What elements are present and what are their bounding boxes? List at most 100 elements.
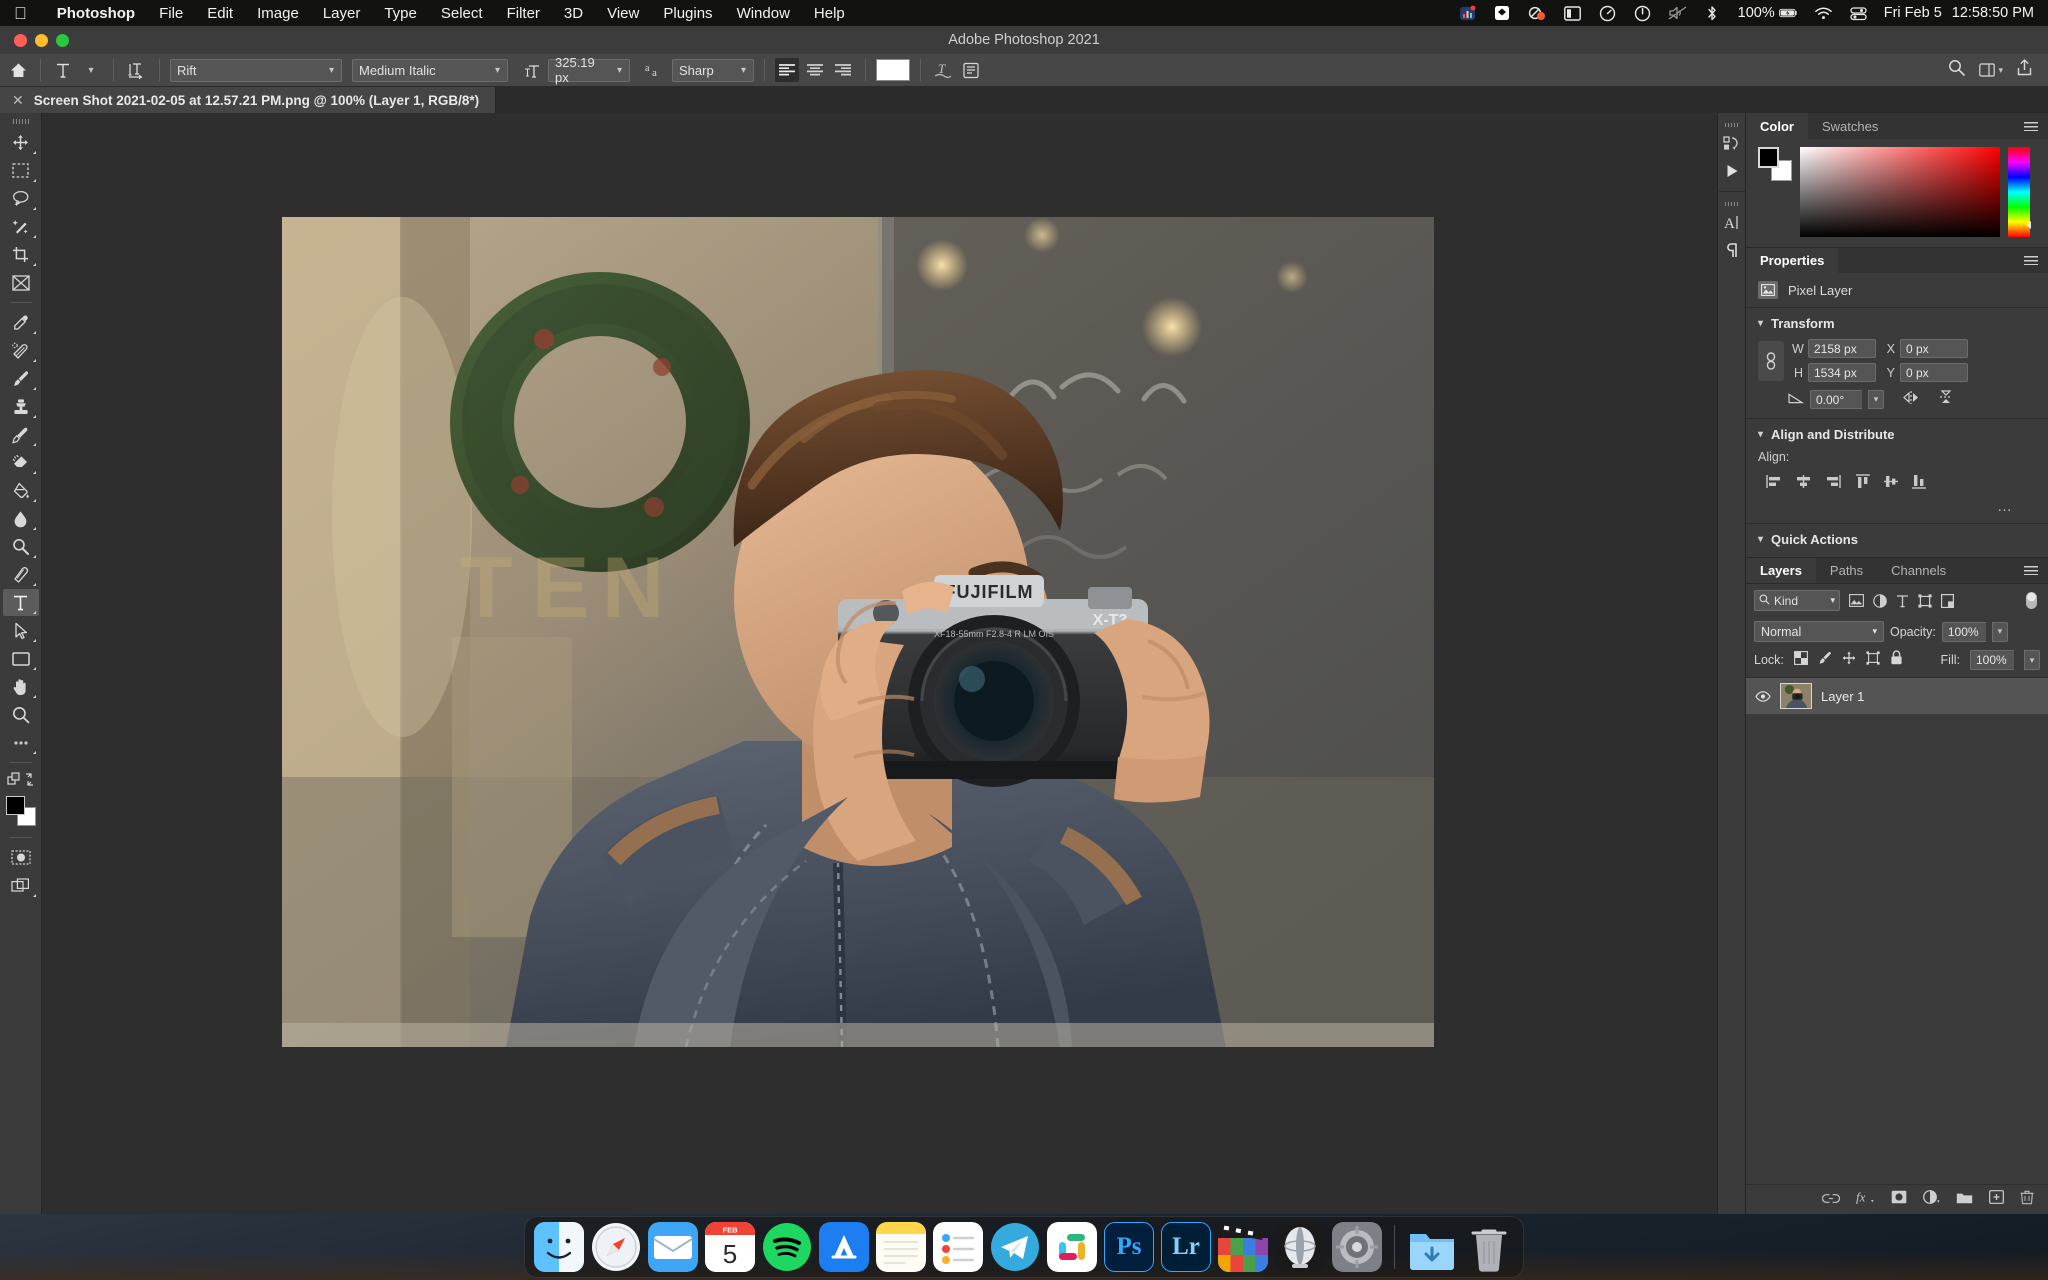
opacity-stepper-caret-icon[interactable]: ▾	[1991, 621, 2008, 642]
tab-color[interactable]: Color	[1746, 113, 1808, 139]
trash-icon[interactable]	[1464, 1222, 1514, 1272]
eyedropper-tool[interactable]	[3, 309, 39, 336]
chevron-down-icon[interactable]: ▾	[734, 58, 754, 82]
dock-grip[interactable]	[1724, 202, 1739, 206]
eraser-tool[interactable]	[3, 449, 39, 476]
new-adjustment-layer-icon[interactable]	[1923, 1190, 1940, 1209]
filter-adjustment-icon[interactable]	[1873, 593, 1887, 608]
layer-style-fx-icon[interactable]: fx	[1856, 1190, 1875, 1209]
align-section-title[interactable]: ▾ Align and Distribute	[1758, 427, 2036, 442]
home-icon[interactable]	[6, 58, 30, 82]
share-icon[interactable]	[2017, 59, 2032, 81]
menu-item-help[interactable]: Help	[802, 5, 857, 22]
menu-item-layer[interactable]: Layer	[311, 5, 373, 22]
menubar-clock[interactable]: 12:58:50 PM	[1952, 5, 2034, 21]
stage-manager-icon[interactable]	[1563, 4, 1582, 23]
color-field-picker[interactable]	[1800, 147, 2000, 237]
crop-tool[interactable]	[3, 241, 39, 268]
x-input[interactable]: 0 px	[1900, 339, 1968, 358]
dock-item-reminders[interactable]	[933, 1222, 983, 1272]
zoom-tool[interactable]	[3, 701, 39, 728]
foreground-background-colors[interactable]	[5, 796, 36, 826]
tools-panel-grip[interactable]	[12, 119, 29, 124]
link-layers-icon[interactable]	[1821, 1191, 1841, 1209]
chevron-down-icon[interactable]: ▾	[610, 58, 630, 82]
maximize-window-button[interactable]	[56, 33, 69, 47]
filter-toggle-icon[interactable]	[2025, 591, 2040, 610]
height-input[interactable]: 1534 px	[1808, 363, 1876, 382]
character-panel-icon[interactable]: A	[1720, 208, 1744, 236]
fill-input[interactable]: 100%	[1970, 650, 2014, 670]
rectangle-tool[interactable]	[3, 645, 39, 672]
spot-healing-brush-tool[interactable]	[3, 337, 39, 364]
tab-layers[interactable]: Layers	[1746, 558, 1816, 583]
layer-thumbnail[interactable]	[1780, 683, 1812, 709]
dock-item-compressor[interactable]	[1275, 1222, 1325, 1272]
anti-alias-combo[interactable]: Sharp ▾	[672, 58, 754, 82]
cleanmymac-icon[interactable]	[1528, 4, 1547, 23]
font-style-value[interactable]: Medium Italic	[352, 58, 488, 82]
character-paragraph-panels-icon[interactable]	[959, 58, 983, 82]
dock-item-telegram[interactable]	[990, 1222, 1040, 1272]
menu-item-select[interactable]: Select	[429, 5, 495, 22]
text-orientation-icon[interactable]	[124, 58, 149, 82]
chevron-down-icon[interactable]: ▾	[488, 58, 508, 82]
align-bottom-edges-icon[interactable]	[1911, 474, 1927, 494]
dock-item-slack[interactable]	[1047, 1222, 1097, 1272]
tab-paths[interactable]: Paths	[1816, 558, 1877, 583]
filter-smart-object-icon[interactable]	[1941, 593, 1954, 608]
tab-properties[interactable]: Properties	[1746, 248, 1839, 273]
dropbox-icon[interactable]	[1493, 4, 1512, 23]
filter-shape-icon[interactable]	[1918, 593, 1932, 608]
transform-section-title[interactable]: ▾ Transform	[1758, 316, 2036, 331]
move-tool[interactable]	[3, 129, 39, 156]
align-top-edges-icon[interactable]	[1855, 474, 1871, 494]
paragraph-panel-icon[interactable]	[1720, 236, 1744, 264]
history-brush-tool[interactable]	[3, 421, 39, 448]
object-selection-tool[interactable]	[3, 213, 39, 240]
chevron-down-icon[interactable]: ▾	[1758, 429, 1763, 440]
font-size-value[interactable]: 325.19 px	[548, 55, 610, 85]
power-icon[interactable]	[1633, 4, 1652, 23]
warp-text-icon[interactable]: T	[931, 58, 955, 82]
font-family-value[interactable]: Rift	[170, 58, 322, 82]
workspace-icon[interactable]: ▾	[1979, 62, 2003, 78]
wifi-icon[interactable]	[1814, 4, 1833, 23]
menu-item-edit[interactable]: Edit	[195, 5, 245, 22]
align-right-icon[interactable]	[831, 58, 855, 82]
font-size-combo[interactable]: 325.19 px ▾	[548, 55, 630, 85]
dodge-tool[interactable]	[3, 533, 39, 560]
speedometer-icon[interactable]	[1598, 4, 1617, 23]
menubar-date[interactable]: Fri Feb 5	[1884, 5, 1942, 21]
dock-item-system-preferences[interactable]	[1332, 1222, 1382, 1272]
screen-mode-icon[interactable]	[3, 872, 39, 899]
lock-image-pixels-icon[interactable]	[1818, 651, 1832, 670]
fill-stepper-caret-icon[interactable]: ▾	[2024, 650, 2040, 670]
align-horizontal-centers-icon[interactable]	[1795, 474, 1812, 494]
dock-item-photoshop[interactable]: Ps	[1104, 1222, 1154, 1272]
menu-item-photoshop[interactable]: Photoshop	[45, 5, 147, 22]
anti-alias-value[interactable]: Sharp	[672, 58, 734, 82]
add-layer-mask-icon[interactable]	[1891, 1190, 1907, 1209]
apple-logo-icon[interactable]: 	[14, 5, 27, 22]
more-options-icon[interactable]: …	[1758, 498, 2036, 515]
minimize-window-button[interactable]	[35, 33, 48, 47]
tab-swatches[interactable]: Swatches	[1808, 113, 1892, 139]
layer-name[interactable]: Layer 1	[1821, 689, 1864, 704]
brush-tool[interactable]	[3, 365, 39, 392]
edit-toolbar-button[interactable]	[3, 729, 39, 756]
lasso-tool[interactable]	[3, 185, 39, 212]
blend-mode-select[interactable]: Normal ▾	[1754, 621, 1884, 642]
dock-grip[interactable]	[1724, 123, 1739, 127]
menu-item-3d[interactable]: 3D	[552, 5, 595, 22]
chevron-down-icon[interactable]: ▾	[322, 58, 342, 82]
menu-item-plugins[interactable]: Plugins	[651, 5, 724, 22]
panel-menu-icon[interactable]	[2024, 113, 2048, 139]
color-panel-swatches[interactable]	[1758, 147, 1792, 181]
volume-muted-icon[interactable]	[1668, 4, 1687, 23]
gradient-tool[interactable]	[3, 477, 39, 504]
dock-item-safari[interactable]	[591, 1222, 641, 1272]
close-window-button[interactable]	[14, 33, 27, 47]
battery-charging-icon[interactable]	[1778, 4, 1798, 23]
new-layer-icon[interactable]	[1989, 1190, 2004, 1209]
